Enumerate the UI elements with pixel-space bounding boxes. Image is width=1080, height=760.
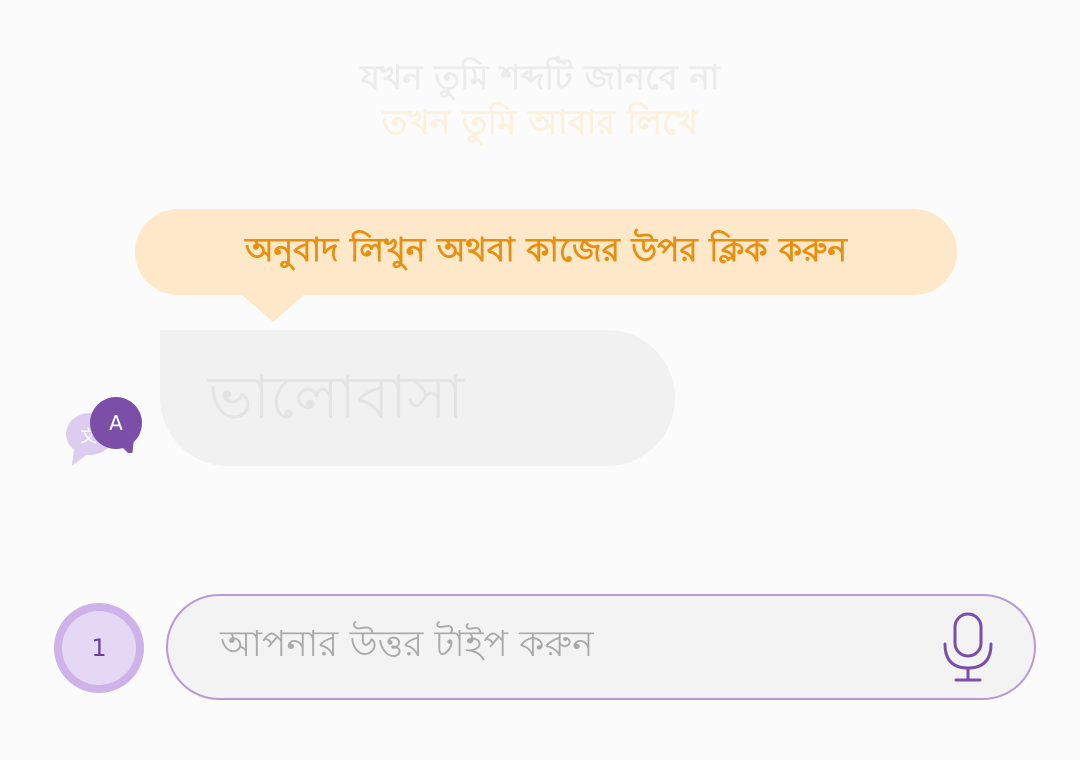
step-number: 1 — [62, 611, 136, 685]
faded-instruction-line-1: যখন তুমি শব্দটি জানবে না — [360, 58, 720, 98]
instruction-tooltip: অনুবাদ লিখুন অথবা কাজের উপর ক্লিক করুন — [135, 209, 957, 295]
word-card[interactable]: ভালোবাসা — [160, 330, 675, 466]
faded-instruction-line-2: তখন তুমি আবার লিখে — [382, 103, 698, 143]
avatar-badge-icon[interactable]: A — [88, 397, 144, 453]
tooltip-pointer — [241, 294, 305, 322]
tooltip-text: অনুবাদ লিখুন অথবা কাজের উপর ক্লিক করুন — [244, 230, 848, 269]
answer-input[interactable]: আপনার উত্তর টাইপ করুন — [166, 594, 1036, 700]
microphone-icon[interactable] — [938, 610, 998, 686]
svg-text:A: A — [109, 411, 123, 435]
answer-placeholder[interactable]: আপনার উত্তর টাইপ করুন — [220, 617, 594, 677]
step-number-badge: 1 — [54, 603, 144, 693]
word-to-translate: ভালোবাসা — [208, 363, 465, 433]
